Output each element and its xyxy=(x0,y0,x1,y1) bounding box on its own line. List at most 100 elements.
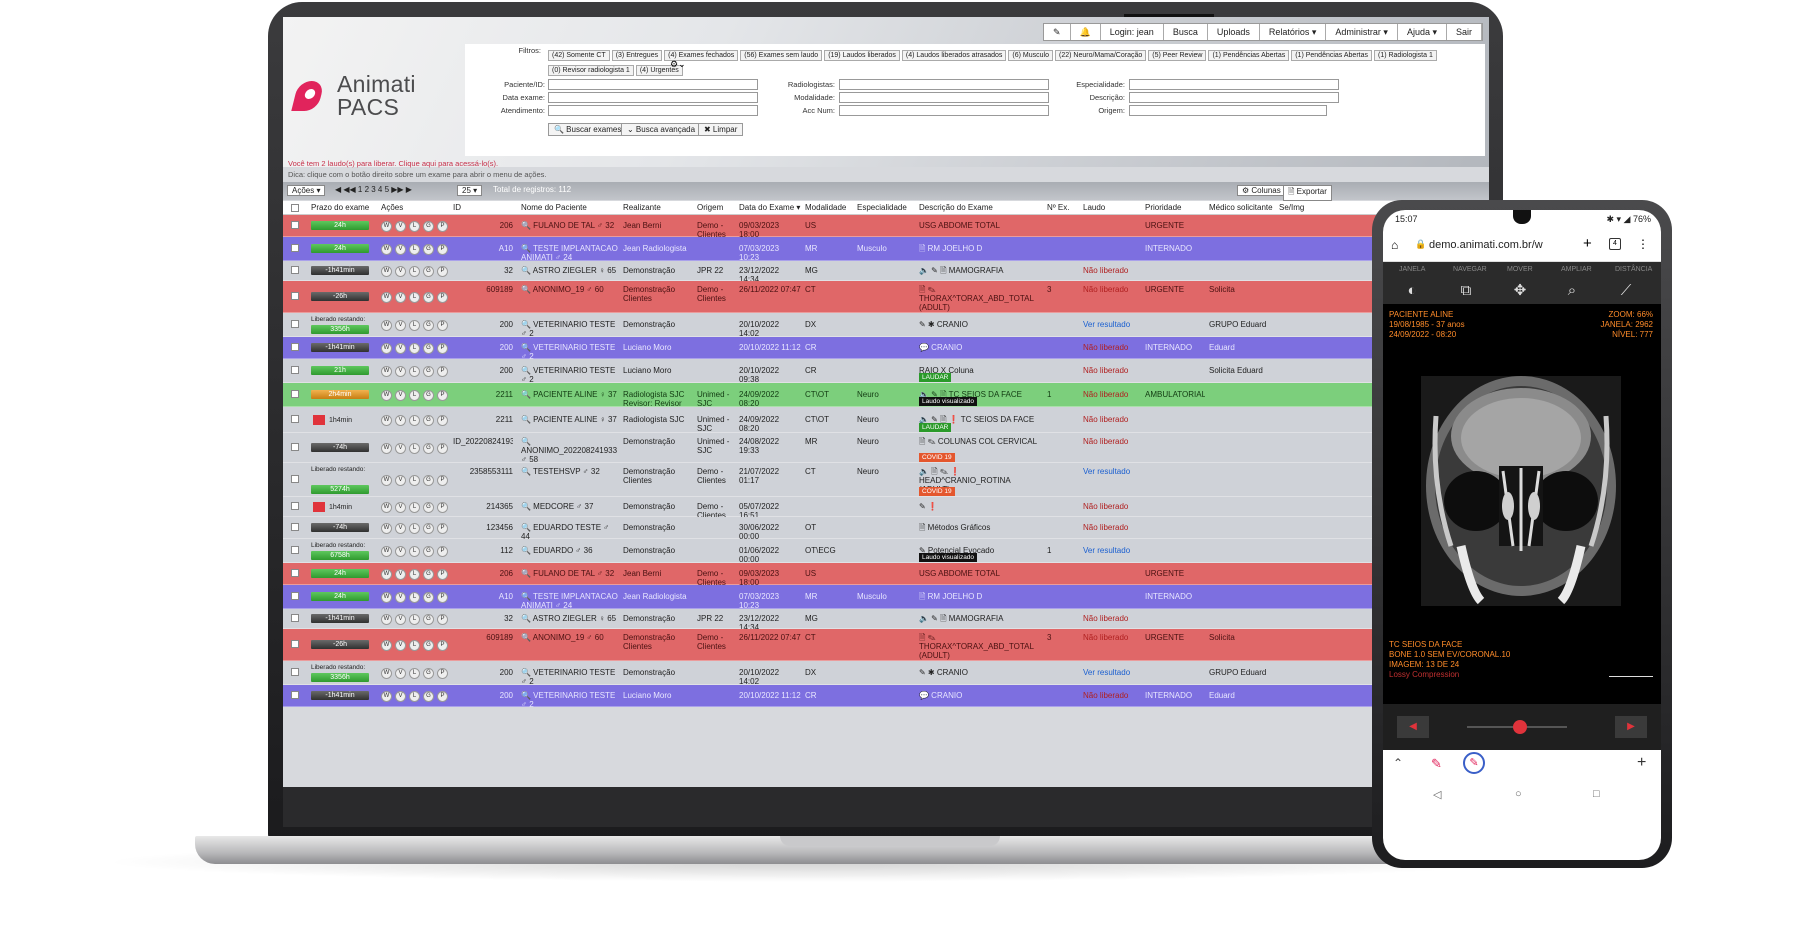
row-checkbox[interactable] xyxy=(291,569,299,577)
column-header[interactable]: Ações xyxy=(381,203,451,212)
action-icon[interactable]: G xyxy=(423,390,434,401)
export-button[interactable]: 🗎 Exportar xyxy=(1283,185,1332,201)
row-checkbox[interactable] xyxy=(291,221,299,229)
row-checkbox[interactable] xyxy=(291,366,299,374)
topnav-item-1[interactable]: 🔔 xyxy=(1071,24,1101,40)
action-icon[interactable]: W xyxy=(381,443,392,454)
cell-name[interactable]: 🔍 PACIENTE ALINE ♀ 37 xyxy=(521,415,619,424)
column-header[interactable]: Nº Ex. xyxy=(1047,203,1079,212)
action-icon[interactable]: L xyxy=(409,443,420,454)
pagination[interactable]: ◀ ◀◀ 1 2 3 4 5 ▶▶ ▶ xyxy=(335,185,412,194)
actions-dropdown[interactable]: Ações ▾ xyxy=(287,185,326,196)
action-icon[interactable]: G xyxy=(423,502,434,513)
filter-chip[interactable]: (6) Musculo xyxy=(1008,50,1053,61)
attendance-input[interactable] xyxy=(548,105,758,116)
action-icon[interactable]: G xyxy=(423,244,434,255)
action-icon[interactable]: P xyxy=(437,343,448,354)
row-checkbox[interactable] xyxy=(291,266,299,274)
filter-chip[interactable]: (22) Neuro/Mama/Coração xyxy=(1055,50,1147,61)
action-icon[interactable]: V xyxy=(395,221,406,232)
action-icon[interactable]: G xyxy=(423,415,434,426)
action-icon[interactable]: V xyxy=(395,640,406,651)
column-header[interactable]: Realizante xyxy=(623,203,693,212)
cell-name[interactable]: 🔍 FULANO DE TAL ♂ 32 xyxy=(521,221,619,230)
action-icon[interactable]: P xyxy=(437,292,448,303)
row-checkbox[interactable] xyxy=(291,475,299,483)
action-icon[interactable]: L xyxy=(409,266,420,277)
action-icon[interactable]: P xyxy=(437,443,448,454)
acc-num-input[interactable] xyxy=(839,105,1049,116)
column-header[interactable]: Data do Exame ▾ xyxy=(739,203,801,212)
cell-name[interactable]: 🔍 ANONIMO_19 ♂ 60 xyxy=(521,285,619,294)
window-level-icon[interactable]: ◐ xyxy=(1403,282,1421,300)
filter-chip[interactable]: (1) Radiologista 1 xyxy=(1373,50,1437,61)
table-row[interactable]: -26h W V L G P 609189 🔍 ANONIMO_19 ♂ 60 Demonstr… xyxy=(283,281,1489,313)
action-icon[interactable]: L xyxy=(409,320,420,331)
action-icon[interactable]: P xyxy=(437,691,448,702)
action-icon[interactable]: P xyxy=(437,668,448,679)
filter-chip[interactable]: (4) Laudos liberados atrasados xyxy=(901,50,1007,61)
action-icon[interactable]: P xyxy=(437,244,448,255)
action-icon[interactable]: W xyxy=(381,415,392,426)
action-icon[interactable]: G xyxy=(423,523,434,534)
column-header[interactable]: Se/Img xyxy=(1279,203,1309,212)
action-icon[interactable]: V xyxy=(395,443,406,454)
cell-laudo[interactable]: Ver resultado xyxy=(1083,668,1141,677)
cell-laudo[interactable]: Ver resultado xyxy=(1083,320,1141,329)
action-icon[interactable]: V xyxy=(395,546,406,557)
cell-name[interactable]: 🔍 TESTE IMPLANTACAO ANIMATI ♂ 24 xyxy=(521,244,619,262)
action-icon[interactable]: P xyxy=(437,546,448,557)
action-icon[interactable]: G xyxy=(423,343,434,354)
table-row[interactable]: 24h W V L G P A10 🔍 TESTE IMPLANTACAO ANIMATI ♂… xyxy=(283,585,1489,610)
row-checkbox[interactable] xyxy=(291,546,299,554)
action-icon[interactable]: W xyxy=(381,523,392,534)
column-header[interactable]: Laudo xyxy=(1083,203,1141,212)
filter-chip[interactable]: (0) Revisor radiologista 1 xyxy=(548,65,634,76)
filter-settings-icon[interactable]: ⚙⌄ xyxy=(670,59,686,70)
table-row[interactable]: 24h W V L G P 206 🔍 FULANO DE TAL ♂ 32 Jean Bern… xyxy=(283,215,1489,239)
action-icon[interactable]: L xyxy=(409,292,420,303)
cell-name[interactable]: 🔍 ASTRO ZIEGLER ♀ 65 xyxy=(521,614,619,623)
table-row[interactable]: -1h41min W V L G P 200 🔍 VETERINARIO TESTE ♂ 2L… xyxy=(283,337,1489,361)
table-row[interactable]: Liberado restando: 3356h W V L G P 200 🔍 VETERIN… xyxy=(283,661,1489,686)
action-icon[interactable]: P xyxy=(437,320,448,331)
action-icon[interactable]: W xyxy=(381,244,392,255)
cell-laudo[interactable]: Não liberado xyxy=(1083,437,1141,446)
per-page-select[interactable]: 25 ▾ xyxy=(457,185,483,196)
action-icon[interactable]: G xyxy=(423,668,434,679)
action-icon[interactable]: W xyxy=(381,668,392,679)
action-icon[interactable]: P xyxy=(437,640,448,651)
navigate-icon[interactable]: ⧉ xyxy=(1457,282,1475,300)
action-icon[interactable]: W xyxy=(381,640,392,651)
action-icon[interactable]: V xyxy=(395,592,406,603)
cell-name[interactable]: 🔍 VETERINARIO TESTE ♂ 2 xyxy=(521,691,619,709)
action-icon[interactable]: L xyxy=(409,569,420,580)
table-row[interactable]: -1h41min W V L G P 32 🔍 ASTRO ZIEGLER ♀ 65 Demon… xyxy=(283,261,1489,284)
action-icon[interactable]: V xyxy=(395,244,406,255)
row-checkbox[interactable] xyxy=(291,502,299,510)
action-icon[interactable]: W xyxy=(381,546,392,557)
action-icon[interactable]: W xyxy=(381,592,392,603)
topnav-item-7[interactable]: Ajuda ▾ xyxy=(1398,24,1447,40)
action-icon[interactable]: L xyxy=(409,415,420,426)
action-icon[interactable]: G xyxy=(423,221,434,232)
nav-home-icon[interactable]: ○ xyxy=(1515,788,1522,800)
cell-name[interactable]: 🔍 FULANO DE TAL ♂ 32 xyxy=(521,569,619,578)
cell-laudo[interactable]: Não liberado xyxy=(1083,523,1141,532)
topnav-item-2[interactable]: Login: jean xyxy=(1101,24,1164,40)
search-exams-button[interactable]: 🔍 Buscar exames xyxy=(548,123,628,136)
filter-chip[interactable]: (5) Peer Review xyxy=(1148,50,1207,61)
action-icon[interactable]: G xyxy=(423,475,434,486)
action-icon[interactable]: W xyxy=(381,320,392,331)
action-icon[interactable]: L xyxy=(409,366,420,377)
cell-name[interactable]: 🔍 ANONIMO_19 ♂ 60 xyxy=(521,633,619,642)
table-row[interactable]: -26h W V L G P 609189 🔍 ANONIMO_19 ♂ 60 Demonstr… xyxy=(283,629,1489,661)
distance-icon[interactable]: ⟋ xyxy=(1617,282,1635,300)
action-icon[interactable]: L xyxy=(409,475,420,486)
cell-name[interactable]: 🔍 EDUARDO ♂ 36 xyxy=(521,546,619,555)
action-icon[interactable]: V xyxy=(395,523,406,534)
action-icon[interactable]: G xyxy=(423,614,434,625)
previous-image-button[interactable]: ◀ xyxy=(1397,716,1429,738)
cell-name[interactable]: 🔍 TESTEHSVP ♂ 32 xyxy=(521,467,619,476)
zoom-icon[interactable]: ⌕ xyxy=(1563,282,1581,300)
